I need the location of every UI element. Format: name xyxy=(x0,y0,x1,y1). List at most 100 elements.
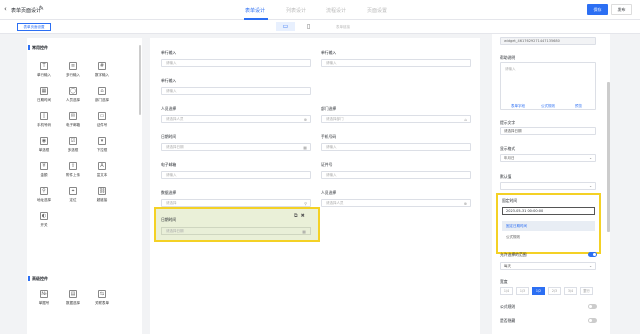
tab-list-design[interactable]: 列表设计 xyxy=(286,7,306,14)
selected-field-label: 日期时间 xyxy=(161,217,177,222)
default-value-select[interactable]: ⌄ xyxy=(500,182,596,190)
field-input[interactable]: 请输入 xyxy=(161,87,311,95)
component-item[interactable]: # 数字输入 xyxy=(88,62,116,78)
page-settings-button[interactable]: 表单页面设置 xyxy=(17,23,51,31)
component-item[interactable]: ◐ 开关 xyxy=(30,212,58,228)
width-option[interactable]: 1/2 xyxy=(532,287,545,295)
component-item[interactable]: № 单据号 xyxy=(30,290,58,306)
component-item[interactable]: ≡ 多行输入 xyxy=(59,62,87,78)
form-field[interactable]: 单行输入 请输入 xyxy=(161,78,311,95)
option-formula[interactable]: 公式规则 xyxy=(502,235,524,240)
tab-page-settings[interactable]: 页面设置 xyxy=(367,7,387,14)
delete-icon: ✖ xyxy=(300,213,308,219)
component-item[interactable]: ✉ 电子邮箱 xyxy=(59,112,87,128)
mobile-view-icon[interactable]: ▯ xyxy=(299,22,318,31)
display-format-select[interactable]: 年月日 ⌄ xyxy=(500,154,596,162)
field-input[interactable]: 请选择部门 ⌂ xyxy=(321,115,471,123)
field-label: 手机号码 xyxy=(321,134,337,139)
component-label: 手机号码 xyxy=(37,123,51,127)
component-item[interactable]: ◯ 人员选择 xyxy=(59,87,87,103)
form-field[interactable]: 日期时间 请选择日期 ▦ xyxy=(161,134,311,151)
form-field[interactable]: 电子邮箱 请输入 xyxy=(161,162,311,179)
component-label: 单选框 xyxy=(38,148,50,152)
publish-button[interactable]: 发布 xyxy=(611,4,632,15)
tab-form-design[interactable]: 表单设计 xyxy=(245,7,265,14)
form-field[interactable]: 数据选择 请选择 ⚲ xyxy=(161,190,311,207)
allow-range-toggle[interactable] xyxy=(588,252,597,257)
component-item[interactable]: ⇆ 关联表单 xyxy=(88,290,116,306)
copy-icon: ⧉ xyxy=(294,213,301,219)
common-components-title: 常用控件 xyxy=(32,45,48,50)
component-item[interactable]: ◉ 单选框 xyxy=(30,137,58,153)
field-tools[interactable]: ⧉✖ xyxy=(294,213,308,219)
field-label: 电子邮箱 xyxy=(161,162,177,167)
component-item[interactable]: ⚲ 地址选择 xyxy=(30,187,58,203)
form-field[interactable]: 手机号码 请输入 xyxy=(321,134,471,151)
field-input[interactable]: 请选择日期 ▦ xyxy=(161,143,311,151)
component-item[interactable]: ▤ 数据选择 xyxy=(59,290,87,306)
field-label: 部门选择 xyxy=(321,106,337,111)
link-preview[interactable]: 预览 xyxy=(575,104,582,109)
back-icon[interactable]: ‹ xyxy=(4,5,7,13)
component-item[interactable]: T 单行输入 xyxy=(30,62,58,78)
field-input[interactable]: 请选择人员 ⊕ xyxy=(321,199,471,207)
field-icon: ▦ xyxy=(303,145,307,150)
component-item[interactable]: ☑ 多选框 xyxy=(59,137,87,153)
left-scrollbar[interactable] xyxy=(139,45,141,115)
placeholder-input[interactable]: 请选择日期 xyxy=(500,127,596,135)
help-textarea[interactable]: 请输入 表单字段 公式规则 预览 xyxy=(500,62,596,110)
desktop-view-icon[interactable]: ▭ xyxy=(276,22,295,31)
field-icon: ⊕ xyxy=(463,201,467,206)
width-option[interactable]: 1/3 xyxy=(516,287,529,295)
component-item[interactable]: ⌖ 定位 xyxy=(59,187,87,203)
form-link[interactable]: 表单链接 xyxy=(336,25,350,30)
width-option[interactable]: 整行 xyxy=(580,287,593,295)
component-item[interactable]: ▦ 日期时间 xyxy=(30,87,58,103)
width-option[interactable]: 2/3 xyxy=(548,287,561,295)
link-form-field[interactable]: 表单字段 xyxy=(511,104,525,109)
component-label: 下拉框 xyxy=(96,148,108,152)
section-bar xyxy=(28,45,30,50)
component-item[interactable]: ▭ 证件号 xyxy=(88,112,116,128)
fixed-datetime-input[interactable]: 2023-05-31 00:00:00 xyxy=(502,207,595,215)
form-field[interactable]: 证件号 请输入 xyxy=(321,162,471,179)
component-icon: ⇆ xyxy=(98,290,106,298)
calendar-icon: ▦ xyxy=(302,229,306,234)
tab-flow-design[interactable]: 流程设计 xyxy=(326,7,346,14)
form-field[interactable]: 单行输入 请输入 xyxy=(321,50,471,67)
chevron-down-icon: ⌄ xyxy=(589,156,592,160)
component-icon: № xyxy=(40,290,48,298)
component-item[interactable]: ▾ 下拉框 xyxy=(88,137,116,153)
link-formula[interactable]: 公式规则 xyxy=(541,104,555,109)
form-field[interactable]: 单行输入 请输入 xyxy=(161,50,311,67)
allow-range-select[interactable]: 每天 ⌄ xyxy=(500,262,596,270)
field-label: 单行输入 xyxy=(161,78,177,83)
width-option[interactable]: 1/4 xyxy=(500,287,513,295)
save-button[interactable]: 保存 xyxy=(587,4,608,15)
component-item[interactable]: ⌂ 部门选择 xyxy=(88,87,116,103)
form-field[interactable]: 部门选择请选择部门 ⌂ xyxy=(321,106,471,123)
field-input[interactable]: 请输入 xyxy=(321,59,471,67)
selected-date-input[interactable]: 请选择日期 ▦ xyxy=(161,227,311,235)
component-item[interactable]: ⛓ 超链接 xyxy=(88,187,116,203)
component-item[interactable]: ⇪ 附件上传 xyxy=(59,162,87,178)
field-input[interactable]: 请选择 ⚲ xyxy=(161,199,311,207)
field-input[interactable]: 请输入 xyxy=(321,171,471,179)
field-input[interactable]: 请输入 xyxy=(161,59,311,67)
option-fixed-datetime[interactable]: 固定日期时间 xyxy=(502,221,595,231)
edit-icon[interactable]: ✎ xyxy=(39,5,44,12)
component-item[interactable]: ▯ 手机号码 xyxy=(30,112,58,128)
form-field[interactable]: 人员选择 请选择人员 ⊕ xyxy=(321,190,471,207)
form-field[interactable]: 人员选择 请选择人员 ⊕ xyxy=(161,106,311,123)
field-input[interactable]: 请选择人员 ⊕ xyxy=(161,115,311,123)
hidden-toggle[interactable] xyxy=(588,318,597,323)
field-input[interactable]: 请输入 xyxy=(321,143,471,151)
component-item[interactable]: ¥ 金额 xyxy=(30,162,58,178)
right-scrollbar[interactable] xyxy=(607,82,610,232)
width-option[interactable]: 3/4 xyxy=(564,287,577,295)
formula-toggle[interactable] xyxy=(588,304,597,309)
field-input[interactable]: 请输入 xyxy=(161,171,311,179)
component-label: 电子邮箱 xyxy=(66,123,80,127)
component-item[interactable]: A 富文本 xyxy=(88,162,116,178)
component-label: 富文本 xyxy=(96,173,108,177)
